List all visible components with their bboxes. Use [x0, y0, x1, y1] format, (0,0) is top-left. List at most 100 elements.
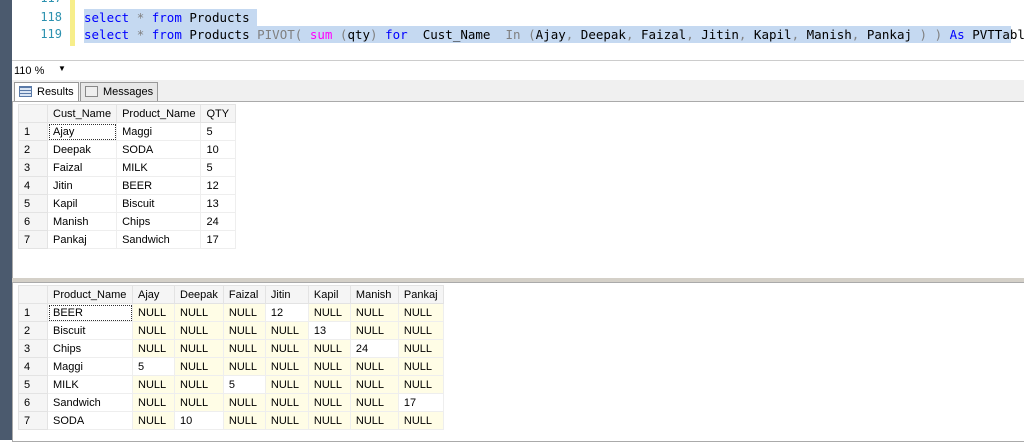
cell[interactable]: Chips: [47, 339, 133, 358]
cell[interactable]: NULL: [349, 321, 399, 340]
cell[interactable]: NULL: [307, 375, 351, 394]
cell[interactable]: MILK: [116, 158, 202, 177]
cell[interactable]: 5: [132, 357, 175, 376]
cell[interactable]: NULL: [174, 393, 224, 412]
cell[interactable]: SODA: [47, 411, 133, 430]
cell[interactable]: NULL: [397, 303, 444, 322]
cell[interactable]: 24: [200, 212, 237, 231]
cell[interactable]: Kapil: [46, 194, 118, 213]
column-header[interactable]: QTY: [200, 104, 237, 123]
cell[interactable]: NULL: [132, 411, 175, 430]
cell[interactable]: BEER: [116, 176, 202, 195]
table-row[interactable]: 7 Pankaj Sandwich 17: [18, 230, 237, 249]
cell[interactable]: NULL: [307, 357, 351, 376]
column-header[interactable]: Product_Name: [116, 104, 202, 123]
cell[interactable]: NULL: [222, 411, 266, 430]
table-row[interactable]: 5 MILK NULL NULL 5 NULL NULL NULL NULL: [18, 375, 444, 394]
cell[interactable]: 13: [200, 194, 237, 213]
row-number[interactable]: 5: [18, 194, 48, 213]
row-number[interactable]: 7: [18, 230, 48, 249]
cell[interactable]: NULL: [174, 303, 224, 322]
cell[interactable]: NULL: [264, 375, 309, 394]
cell[interactable]: NULL: [307, 303, 351, 322]
cell[interactable]: NULL: [264, 411, 309, 430]
cell[interactable]: NULL: [349, 375, 399, 394]
cell[interactable]: 17: [200, 230, 237, 249]
column-header[interactable]: Jitin: [264, 285, 309, 304]
cell[interactable]: NULL: [132, 393, 175, 412]
row-number[interactable]: 3: [18, 339, 48, 358]
row-number[interactable]: 2: [18, 140, 48, 159]
row-number[interactable]: 1: [18, 122, 48, 141]
cell[interactable]: 10: [174, 411, 224, 430]
table-row[interactable]: 4 Maggi 5 NULL NULL NULL NULL NULL NULL: [18, 357, 444, 376]
cell[interactable]: NULL: [264, 339, 309, 358]
cell[interactable]: Deepak: [46, 140, 118, 159]
row-number[interactable]: 5: [18, 375, 48, 394]
cell[interactable]: NULL: [349, 411, 399, 430]
column-header[interactable]: Product_Name: [47, 285, 133, 304]
column-header[interactable]: Deepak: [174, 285, 224, 304]
cell[interactable]: NULL: [132, 321, 175, 340]
cell[interactable]: NULL: [222, 303, 266, 322]
table-row[interactable]: 1 BEER NULL NULL NULL 12 NULL NULL NULL: [18, 303, 444, 322]
cell[interactable]: NULL: [397, 357, 444, 376]
cell[interactable]: Ajay: [46, 122, 118, 141]
cell[interactable]: NULL: [132, 339, 175, 358]
cell[interactable]: Faizal: [46, 158, 118, 177]
cell[interactable]: NULL: [264, 357, 309, 376]
cell[interactable]: 10: [200, 140, 237, 159]
cell[interactable]: Sandwich: [116, 230, 202, 249]
table-row[interactable]: 3 Faizal MILK 5: [18, 158, 237, 177]
cell[interactable]: NULL: [397, 339, 444, 358]
cell[interactable]: NULL: [397, 321, 444, 340]
table-row[interactable]: 4 Jitin BEER 12: [18, 176, 237, 195]
cell[interactable]: NULL: [174, 375, 224, 394]
table-row[interactable]: 7 SODA NULL 10 NULL NULL NULL NULL NULL: [18, 411, 444, 430]
cell[interactable]: NULL: [222, 321, 266, 340]
tab-messages[interactable]: Messages: [80, 82, 159, 101]
row-number[interactable]: 6: [18, 393, 48, 412]
row-number[interactable]: 6: [18, 212, 48, 231]
column-header[interactable]: Kapil: [307, 285, 351, 304]
corner-cell[interactable]: [18, 104, 48, 123]
table-row[interactable]: 2 Biscuit NULL NULL NULL NULL 13 NULL NULL: [18, 321, 444, 340]
table-row[interactable]: 1 Ajay Maggi 5: [18, 122, 237, 141]
cell[interactable]: NULL: [132, 303, 175, 322]
cell[interactable]: Biscuit: [47, 321, 133, 340]
row-number[interactable]: 3: [18, 158, 48, 177]
cell[interactable]: Jitin: [46, 176, 118, 195]
cell[interactable]: Chips: [116, 212, 202, 231]
cell[interactable]: 24: [349, 339, 399, 358]
row-number[interactable]: 1: [18, 303, 48, 322]
tab-results[interactable]: Results: [14, 82, 79, 102]
cell[interactable]: Manish: [46, 212, 118, 231]
cell[interactable]: NULL: [307, 393, 351, 412]
cell[interactable]: 5: [200, 122, 237, 141]
cell[interactable]: NULL: [264, 393, 309, 412]
cell[interactable]: NULL: [174, 339, 224, 358]
column-header[interactable]: Pankaj: [397, 285, 444, 304]
cell[interactable]: NULL: [307, 339, 351, 358]
cell[interactable]: BEER: [47, 303, 133, 322]
cell[interactable]: MILK: [47, 375, 133, 394]
corner-cell[interactable]: [18, 285, 48, 304]
cell[interactable]: NULL: [222, 357, 266, 376]
cell[interactable]: NULL: [174, 357, 224, 376]
table-row[interactable]: 6 Sandwich NULL NULL NULL NULL NULL NULL 17: [18, 393, 444, 412]
cell[interactable]: Maggi: [47, 357, 133, 376]
cell[interactable]: Pankaj: [46, 230, 118, 249]
code-line-118[interactable]: select * from Products: [84, 9, 258, 26]
row-number[interactable]: 4: [18, 357, 48, 376]
table-row[interactable]: 3 Chips NULL NULL NULL NULL NULL 24 NULL: [18, 339, 444, 358]
cell[interactable]: NULL: [174, 321, 224, 340]
cell[interactable]: Maggi: [116, 122, 202, 141]
column-header[interactable]: Manish: [349, 285, 399, 304]
code-line-119[interactable]: select * from Products PIVOT( sum (qty) …: [84, 26, 1024, 43]
cell[interactable]: NULL: [397, 375, 444, 394]
cell[interactable]: NULL: [132, 375, 175, 394]
cell[interactable]: NULL: [307, 411, 351, 430]
column-header[interactable]: Faizal: [222, 285, 266, 304]
cell[interactable]: NULL: [349, 357, 399, 376]
column-header[interactable]: Ajay: [132, 285, 175, 304]
